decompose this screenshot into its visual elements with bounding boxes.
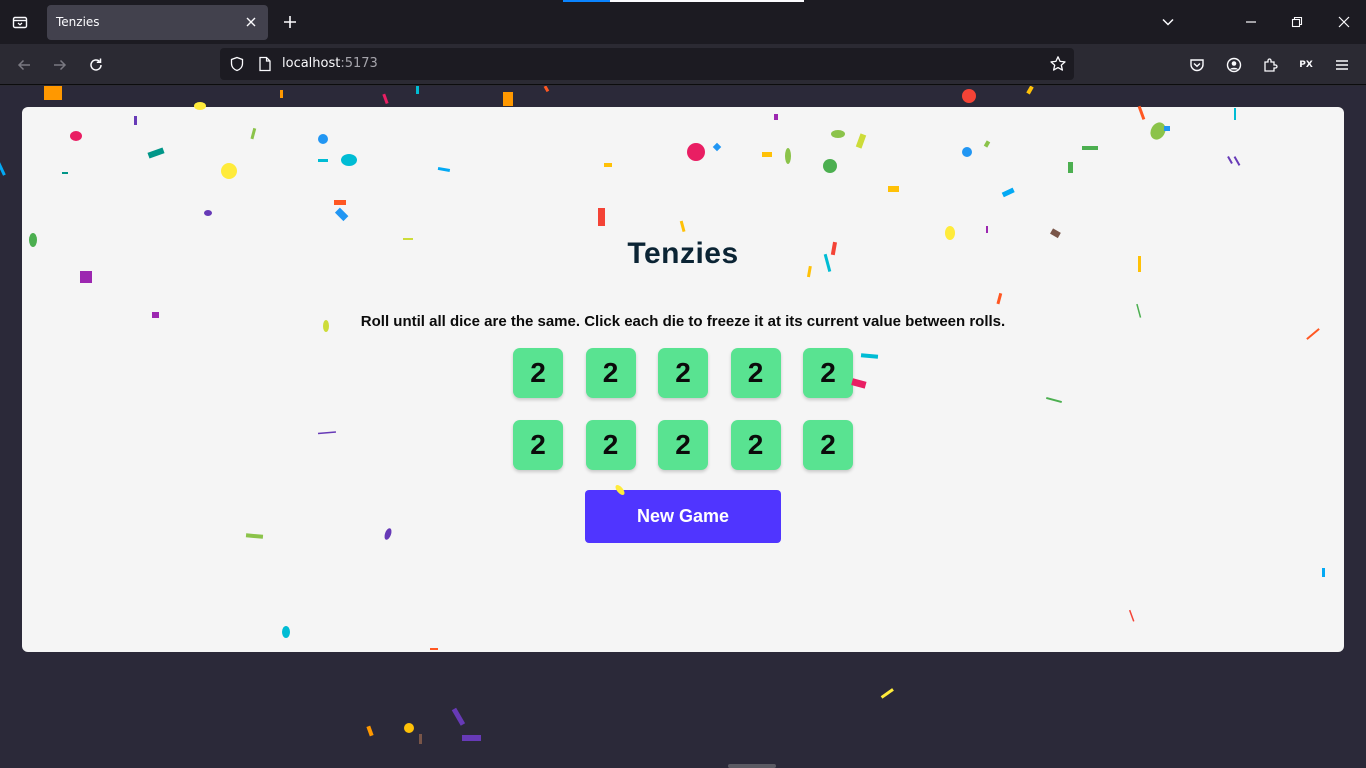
tab-title: Tenzies <box>56 15 100 29</box>
forward-icon[interactable] <box>47 52 73 78</box>
bookmark-star-icon[interactable] <box>1048 54 1068 74</box>
close-tab-icon[interactable] <box>242 13 260 31</box>
game-card: Tenzies Roll until all dice are the same… <box>22 107 1344 652</box>
px-extension-icon[interactable]: PX <box>1293 52 1319 78</box>
die-2[interactable]: 2 <box>585 348 636 398</box>
url-host: localhost <box>282 56 341 71</box>
new-tab-icon[interactable] <box>279 11 301 33</box>
tab-strip-accent <box>563 0 610 2</box>
die-10[interactable]: 2 <box>803 420 853 470</box>
die-1[interactable]: 2 <box>513 348 563 398</box>
pocket-icon[interactable] <box>1184 52 1210 78</box>
die-7[interactable]: 2 <box>585 420 636 470</box>
account-icon[interactable] <box>1221 52 1247 78</box>
back-icon[interactable] <box>11 52 37 78</box>
shield-icon[interactable] <box>228 55 246 73</box>
page-icon[interactable] <box>256 55 274 73</box>
page-viewport: Tenzies Roll until all dice are the same… <box>0 86 1366 768</box>
scrollbar-thumb[interactable] <box>728 764 776 768</box>
tab-tenzies[interactable]: Tenzies <box>47 5 268 40</box>
menu-icon[interactable] <box>1329 52 1355 78</box>
close-window-icon[interactable] <box>1330 8 1358 36</box>
new-game-button[interactable]: New Game <box>585 490 781 543</box>
restore-icon[interactable] <box>1283 8 1311 36</box>
navigation-bar: localhost:5173 PX <box>0 44 1366 85</box>
tab-bar: Tenzies <box>0 0 1366 44</box>
url-text[interactable]: localhost:5173 <box>282 56 378 71</box>
instructions-text: Roll until all dice are the same. Click … <box>360 313 1006 330</box>
reload-icon[interactable] <box>83 52 109 78</box>
dice-grid: 2 2 2 2 2 2 2 2 2 2 <box>513 348 853 470</box>
extensions-icon[interactable] <box>1257 52 1283 78</box>
list-all-tabs-icon[interactable] <box>1154 8 1182 36</box>
url-port: :5173 <box>340 56 378 71</box>
px-extension-label: PX <box>1299 60 1313 70</box>
die-9[interactable]: 2 <box>730 420 781 470</box>
game-title: Tenzies <box>627 237 739 270</box>
die-3[interactable]: 2 <box>658 348 708 398</box>
die-5[interactable]: 2 <box>803 348 853 398</box>
die-4[interactable]: 2 <box>730 348 781 398</box>
die-6[interactable]: 2 <box>513 420 563 470</box>
die-8[interactable]: 2 <box>658 420 708 470</box>
minimize-icon[interactable] <box>1237 8 1265 36</box>
tab-list-icon[interactable] <box>8 10 32 34</box>
url-bar[interactable]: localhost:5173 <box>220 48 1074 80</box>
